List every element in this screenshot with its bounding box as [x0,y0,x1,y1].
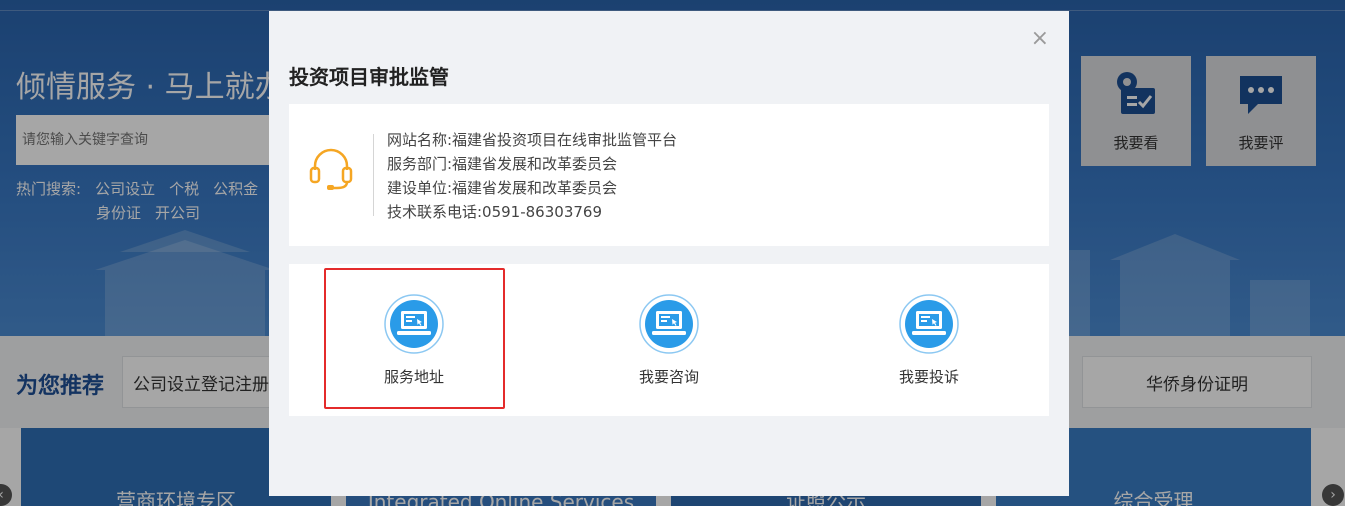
laptop-icon [639,294,699,354]
modal-title: 投资项目审批监管 [289,65,449,89]
info-card: 网站名称:福建省投资项目在线审批监管平台 服务部门:福建省发展和改革委员会 建设… [289,104,1049,246]
headset-icon [309,148,353,190]
close-icon[interactable]: × [1031,27,1049,51]
action-label: 我要投诉 [898,368,959,386]
action-card: 服务地址 我要咨询 我要投诉 [289,264,1049,416]
info-lines: 网站名称:福建省投资项目在线审批监管平台 服务部门:福建省发展和改革委员会 建设… [387,128,677,224]
consult-button[interactable]: 我要咨询 [609,294,729,387]
department-text: 服务部门:福建省发展和改革委员会 [387,155,618,173]
modal-dialog: × 投资项目审批监管 网站名称:福建省投资项目在线审批监管平台 服务部门:福建省… [269,11,1069,496]
laptop-icon [899,294,959,354]
phone-text: 技术联系电话:0591-86303769 [387,203,602,221]
highlight-box [324,268,505,409]
action-label: 我要咨询 [638,368,699,386]
complaint-button[interactable]: 我要投诉 [869,294,989,387]
builder-text: 建设单位:福建省发展和改革委员会 [387,179,618,197]
divider [373,134,374,216]
site-name-text: 网站名称:福建省投资项目在线审批监管平台 [387,131,678,149]
